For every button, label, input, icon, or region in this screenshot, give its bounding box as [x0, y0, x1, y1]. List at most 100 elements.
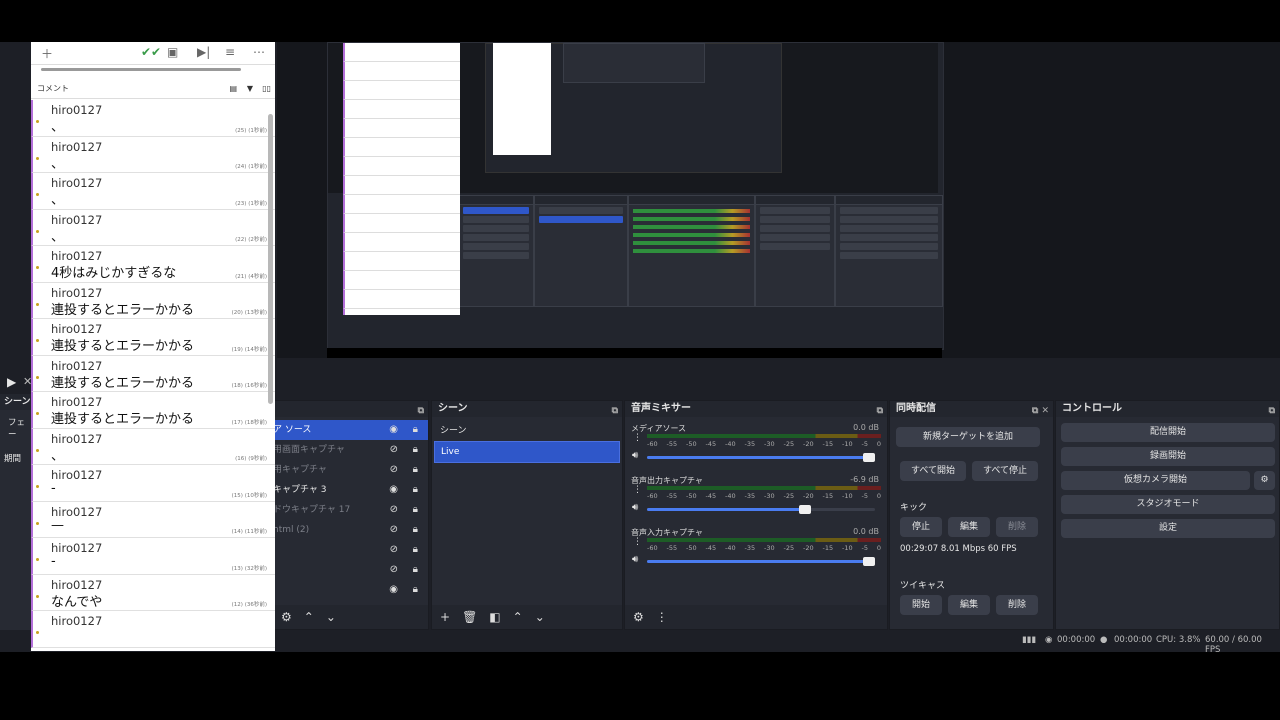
filter-icon[interactable]: ◧ [489, 610, 500, 624]
comment-item[interactable]: hiro0127 連投するとエラーかかる (17) (18秒前) [31, 392, 275, 429]
comment-item[interactable]: hiro0127 連投するとエラーかかる (18) (16秒前) [31, 355, 275, 392]
comment-item[interactable]: hiro0127 、 (22) (2秒前) [31, 209, 275, 246]
eye-icon[interactable]: ◉ [389, 480, 398, 500]
start-all-button[interactable]: すべて開始 [900, 461, 966, 481]
more-icon[interactable]: ⋮ [633, 537, 642, 547]
volume-slider-knob[interactable] [799, 505, 811, 514]
eye-off-icon[interactable]: ⊘ [390, 440, 398, 460]
check-icon[interactable]: ✔✔ [141, 45, 161, 59]
comment-item[interactable]: hiro0127 [31, 611, 275, 648]
popout-icon[interactable]: ⧉ [612, 403, 618, 419]
more-icon[interactable]: ⋮ [633, 433, 642, 443]
comment-item[interactable]: hiro0127— (14) (11秒前) [31, 501, 275, 538]
speaker-icon[interactable]: 🔊︎ [632, 502, 638, 513]
preview-canvas[interactable] [277, 42, 1280, 397]
source-item[interactable]: ア ソース ◉ 🔒︎ [273, 420, 428, 440]
add-icon[interactable]: ＋ [41, 45, 53, 62]
volume-slider[interactable] [647, 557, 875, 566]
scene-item-live[interactable]: Live [434, 441, 620, 463]
lock-icon[interactable]: 🔒︎ [413, 460, 418, 480]
kick-edit-button[interactable]: 編集 [948, 517, 990, 537]
lock-icon[interactable]: 🔒︎ [413, 440, 418, 460]
volume-slider-knob[interactable] [863, 557, 875, 566]
volume-slider-knob[interactable] [863, 453, 875, 462]
studio-mode-button[interactable]: スタジオモード [1061, 495, 1275, 514]
gallery-icon[interactable]: ▣ [167, 45, 178, 59]
play-icon[interactable]: ▶ [7, 375, 19, 389]
gear-icon[interactable]: ⚙ [633, 610, 644, 624]
comment-item[interactable]: hiro0127 、 (25) (1秒前) [31, 100, 275, 137]
comment-scrollbar[interactable] [268, 114, 273, 404]
source-item[interactable]: ⊘ 🔒︎ [273, 540, 428, 560]
lock-icon[interactable]: 🔒︎ [413, 480, 418, 500]
close-icon[interactable]: ⧉ ✕ [1032, 403, 1049, 419]
eye-icon[interactable]: ◉ [389, 580, 398, 600]
comment-item[interactable]: hiro0127 4秒はみじかすぎるな (21) (4秒前) [31, 246, 275, 283]
comment-item[interactable]: hiro0127 連投するとエラーかかる (20) (13秒前) [31, 282, 275, 319]
kick-delete-button[interactable]: 削除 [996, 517, 1038, 537]
comment-meta: (18) (16秒前) [231, 383, 267, 389]
eye-off-icon[interactable]: ⊘ [390, 540, 398, 560]
eye-icon[interactable]: ◉ [389, 420, 398, 440]
trash-icon[interactable]: 🗑 [462, 610, 477, 624]
source-item[interactable]: html (2) ⊘ 🔒︎ [273, 520, 428, 540]
comment-item[interactable]: hiro0127 、 (16) (9秒前) [31, 428, 275, 465]
stop-all-button[interactable]: すべて停止 [972, 461, 1038, 481]
twitcasting-edit-button[interactable]: 編集 [948, 595, 990, 615]
add-icon[interactable]: + [440, 610, 450, 624]
comment-item[interactable]: hiro0127 なんでや (12) (36秒前) [31, 574, 275, 611]
comment-item[interactable]: hiro0127 、 (24) (1秒前) [31, 136, 275, 173]
lock-icon[interactable]: 🔒︎ [413, 500, 418, 520]
source-item[interactable]: キャプチャ 3 ◉ 🔒︎ [273, 480, 428, 500]
popout-icon[interactable]: ⧉ [1269, 403, 1275, 419]
source-item[interactable]: 用画面キャプチャ ⊘ 🔒︎ [273, 440, 428, 460]
eye-off-icon[interactable]: ⊘ [390, 460, 398, 480]
left-dock-item-fade[interactable]: フェー [0, 410, 32, 440]
add-target-button[interactable]: 新規ターゲットを追加 [896, 427, 1040, 447]
eye-off-icon[interactable]: ⊘ [390, 520, 398, 540]
move-up-icon[interactable]: ⌃ [304, 610, 314, 624]
more-icon[interactable]: ⋯ [253, 45, 265, 59]
filter-icon[interactable]: ▼ [247, 80, 253, 98]
move-down-icon[interactable]: ⌄ [326, 610, 336, 624]
speaker-icon[interactable]: 🔊︎ [632, 554, 638, 565]
source-item[interactable]: 用キャプチャ ⊘ 🔒︎ [273, 460, 428, 480]
move-down-icon[interactable]: ⌄ [535, 610, 545, 624]
source-item[interactable]: ◉ 🔒︎ [273, 580, 428, 600]
comment-item[interactable]: hiro0127- (13) (32秒前) [31, 538, 275, 575]
skip-icon[interactable]: ▶| [197, 45, 210, 59]
start-virtualcam-button[interactable]: 仮想カメラ開始 [1061, 471, 1250, 490]
lock-icon[interactable]: 🔒︎ [413, 580, 418, 600]
list-icon[interactable]: ≡ [225, 45, 235, 59]
volume-slider[interactable] [647, 453, 875, 462]
source-item[interactable]: ⊘ 🔒︎ [273, 560, 428, 580]
move-up-icon[interactable]: ⌃ [513, 610, 523, 624]
start-streaming-button[interactable]: 配信開始 [1061, 423, 1275, 442]
lock-icon[interactable]: 🔒︎ [413, 540, 418, 560]
eye-off-icon[interactable]: ⊘ [390, 560, 398, 580]
twitcasting-delete-button[interactable]: 削除 [996, 595, 1038, 615]
more-icon[interactable]: ⋮ [656, 610, 668, 624]
lock-icon[interactable]: 🔒︎ [413, 420, 418, 440]
lock-icon[interactable]: 🔒︎ [413, 560, 418, 580]
eye-off-icon[interactable]: ⊘ [390, 500, 398, 520]
virtualcam-gear-icon[interactable]: ⚙ [1254, 471, 1275, 490]
columns-icon[interactable]: ▯▯ [262, 80, 271, 98]
settings-button[interactable]: 設定 [1061, 519, 1275, 538]
comment-item[interactable]: hiro0127- (15) (10秒前) [31, 465, 275, 502]
twitcasting-start-button[interactable]: 開始 [900, 595, 942, 615]
more-icon[interactable]: ⋮ [633, 485, 642, 495]
comment-message: 、 [51, 229, 65, 245]
popout-icon[interactable]: ⧉ [877, 403, 883, 419]
volume-slider[interactable] [647, 505, 875, 514]
comment-item[interactable]: hiro0127 連投するとエラーかかる (19) (14秒前) [31, 319, 275, 356]
source-settings-icon[interactable]: ⚙ [281, 610, 292, 624]
start-recording-button[interactable]: 録画開始 [1061, 447, 1275, 466]
lock-icon[interactable]: 🔒︎ [413, 520, 418, 540]
kick-stop-button[interactable]: 停止 [900, 517, 942, 537]
speaker-icon[interactable]: 🔊︎ [632, 450, 638, 461]
comment-item[interactable]: hiro0127 、 (23) (1秒前) [31, 173, 275, 210]
source-item[interactable]: ドウキャプチャ 17 ⊘ 🔒︎ [273, 500, 428, 520]
archive-icon[interactable]: ▤ [229, 80, 237, 98]
left-dock-item-duration[interactable]: 期間 [0, 440, 32, 464]
